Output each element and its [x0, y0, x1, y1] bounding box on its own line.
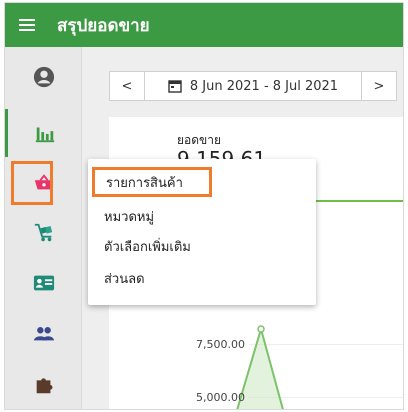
- menu-item-categories[interactable]: หมวดหมู่: [88, 201, 316, 231]
- calendar-icon: [168, 80, 182, 93]
- date-range-text: 8 Jun 2021 - 8 Jul 2021: [189, 78, 339, 94]
- cart-delivery-icon: [34, 223, 52, 242]
- date-range-bar: < 8 Jun 2021 - 8 Jul 2021 >: [109, 71, 397, 101]
- prev-date-button[interactable]: <: [109, 71, 145, 101]
- y-tick-label: 5,000.00: [196, 391, 245, 404]
- y-tick-label: 7,500.00: [196, 338, 245, 351]
- data-point: [257, 325, 265, 333]
- sidebar: [5, 47, 82, 409]
- profile-icon: [33, 66, 54, 88]
- sidebar-item-customers[interactable]: [5, 259, 82, 307]
- menu-item-products[interactable]: รายการสินค้า: [92, 167, 212, 197]
- sidebar-item-delivery[interactable]: [5, 209, 82, 257]
- app-window: สรุปยอดขาย < 8 Jun 2021 - 8 Jul 2021 > ย…: [4, 2, 404, 410]
- menu-item-discounts[interactable]: ส่วนลด: [88, 263, 316, 293]
- date-range-picker[interactable]: 8 Jun 2021 - 8 Jul 2021: [145, 71, 361, 101]
- hamburger-menu-icon: [19, 19, 35, 31]
- products-dropdown-menu: รายการสินค้า หมวดหมู่ ตัวเลือกเพิ่มเติม …: [88, 159, 316, 305]
- top-app-bar: สรุปยอดขาย: [5, 3, 403, 47]
- sidebar-highlight-frame: [11, 161, 53, 205]
- sidebar-item-report[interactable]: [5, 109, 82, 157]
- sidebar-item-staff[interactable]: [5, 309, 82, 357]
- menu-item-options[interactable]: ตัวเลือกเพิ่มเติม: [88, 231, 316, 261]
- sidebar-item-profile[interactable]: [5, 53, 82, 101]
- puzzle-icon: [36, 378, 52, 394]
- report-chart-icon: [35, 127, 55, 143]
- sidebar-item-addons[interactable]: [5, 361, 82, 409]
- menu-button[interactable]: [5, 3, 49, 47]
- page-title: สรุปยอดขาย: [57, 15, 150, 36]
- id-card-icon: [33, 275, 54, 291]
- next-date-button[interactable]: >: [361, 71, 397, 101]
- users-icon: [33, 327, 54, 341]
